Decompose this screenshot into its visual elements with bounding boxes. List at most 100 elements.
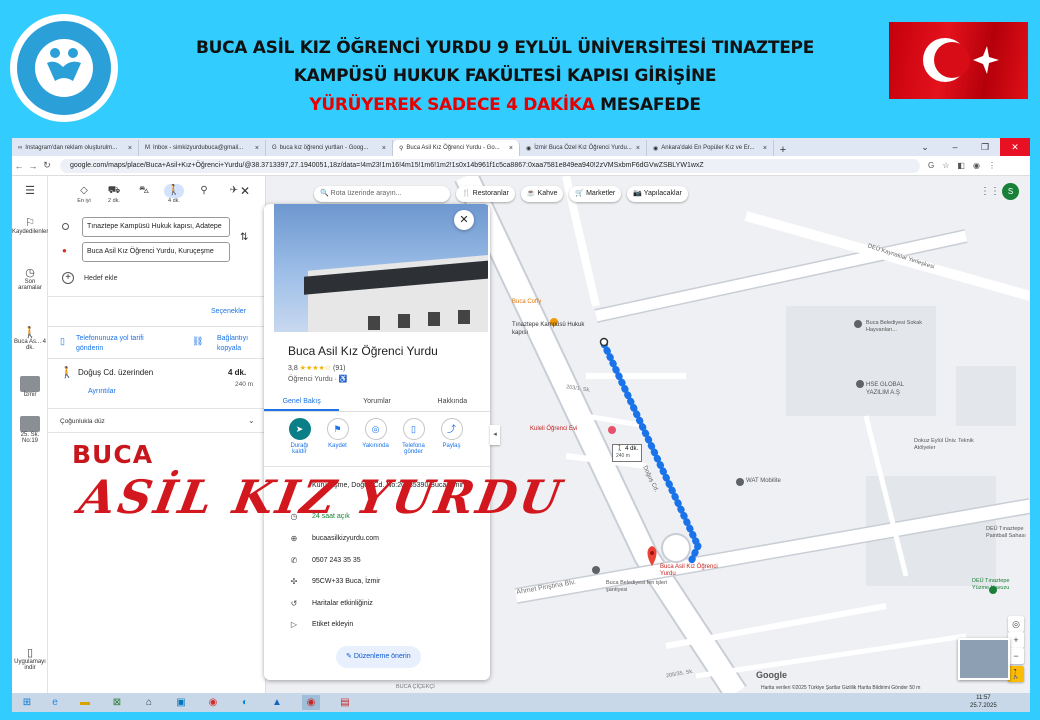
close-tab-icon[interactable]: × <box>128 145 132 152</box>
route-name[interactable]: Doğuş Cd. üzerinden <box>78 368 153 377</box>
recent-button[interactable]: ◷ Son aramalar <box>12 266 48 291</box>
coffee-label[interactable]: Buca Coffy <box>512 299 541 305</box>
route-search-input[interactable]: 🔍 Rota üzerinde arayın... <box>314 186 450 202</box>
browser-tab-active[interactable]: ⚲ Buca Asil Kız Öğrenci Yurdu - Go... × <box>393 140 520 156</box>
system-clock[interactable]: 11:57 25.7.2025 <box>970 694 997 710</box>
tab-about[interactable]: Hakkında <box>415 392 490 411</box>
powerpoint-icon[interactable]: ▤ <box>336 695 354 710</box>
place-rating[interactable]: 3,8 ★★★★☆ (91) <box>288 364 345 372</box>
current-route-button[interactable]: 🚶 Buca As... 4 dk. <box>12 326 48 351</box>
excel-icon[interactable]: ⊠ <box>108 695 126 710</box>
internet-explorer-icon[interactable]: e <box>46 695 64 710</box>
my-location-icon[interactable]: ◎ <box>1008 616 1024 632</box>
pegman-icon[interactable]: 🚶 <box>1008 666 1024 682</box>
hse-label[interactable]: HSE GLOBAL YAZILIM A.Ş <box>866 381 926 397</box>
extensions-icon[interactable]: ◧ <box>957 161 965 170</box>
file-explorer-icon[interactable]: ▬ <box>76 695 94 710</box>
close-tab-icon[interactable]: × <box>382 145 386 152</box>
close-directions-icon[interactable]: ✕ <box>240 184 250 198</box>
swap-icon[interactable]: ⇅ <box>240 232 248 243</box>
origin-input[interactable]: Tınaztepe Kampüsü Hukuk kapısı, Adatepe <box>82 217 230 237</box>
details-link[interactable]: Ayrıntılar <box>88 388 116 395</box>
url-input[interactable]: google.com/maps/place/Buca+Asil+Kız+Öğre… <box>60 158 920 173</box>
browser-tab[interactable]: M Inbox - simkizyurdubuca@gmail... × <box>139 140 266 156</box>
tab-overview[interactable]: Genel Bakış <box>264 392 340 411</box>
remove-stop-button[interactable]: ➤ Durağı kaldır <box>284 418 315 455</box>
media-icon[interactable]: ▣ <box>172 695 190 710</box>
fen-isleri-label[interactable]: Buca Belediyesi fen işleri şantiyesi <box>606 580 676 594</box>
chevron-down-icon[interactable]: ⌄ <box>248 416 255 425</box>
mode-transit[interactable]: ⛍ <box>134 184 154 204</box>
mode-bike[interactable]: ⚲ <box>194 184 214 204</box>
chip-things-to-do[interactable]: 📷 Yapılacaklar <box>627 186 688 202</box>
download-app-button[interactable]: ▯ Uygulamayı indir <box>12 646 48 671</box>
browser-tab[interactable]: Gbuca kız öğrenci yurtları - Goog... × <box>266 140 393 156</box>
paintball-label[interactable]: DEÜ Tınaztepe Paintball Sahası <box>986 526 1030 540</box>
browser-tab[interactable]: ◉ İzmir Buca Özel Kız Öğrenci Yurdu... × <box>520 140 647 156</box>
tab-search-icon[interactable]: ⌄ <box>910 138 940 156</box>
map-attribution[interactable]: Harita verileri ©2025 Türkiye Şartlar Gi… <box>761 685 920 691</box>
close-card-icon[interactable]: ✕ <box>454 210 474 230</box>
avatar[interactable]: S <box>1002 183 1019 200</box>
windows-start-icon[interactable]: ⊞ <box>18 695 36 710</box>
plus-code-row[interactable]: ✣ 95CW+33 Buca, İzmir <box>288 577 381 586</box>
pet-shelter-label[interactable]: Buca Belediyesi Sokak Hayvanları... <box>866 320 936 334</box>
origin-label[interactable]: Tınaztepe Kampüsü Hukuk kapısı <box>512 321 592 337</box>
app-icon[interactable]: ▲ <box>268 695 286 710</box>
chip-coffee[interactable]: ☕ Kahve <box>520 186 564 202</box>
label-row[interactable]: ▷ Etiket ekleyin <box>288 620 353 629</box>
zoom-in-button[interactable]: + <box>1008 632 1024 648</box>
forward-button[interactable]: → <box>26 161 40 171</box>
street-button[interactable]: 25. Sk. No:19 <box>12 416 48 444</box>
browser-tab[interactable]: ◉ Ankara'daki En Popüler Kız ve Er... × <box>647 140 774 156</box>
wat-label[interactable]: WAT Mobilite <box>746 478 781 484</box>
collapse-panel-icon[interactable]: ◂ <box>490 425 500 445</box>
website-row[interactable]: ⊕ bucaasilkizyurdu.com <box>288 534 379 543</box>
nearby-button[interactable]: ◎ Yakınında <box>360 418 391 455</box>
profile-icon[interactable]: ◉ <box>973 161 980 170</box>
chip-restaurants[interactable]: 🍴 Restoranlar <box>456 186 515 202</box>
activity-row[interactable]: ↺ Haritalar etkinliğiniz <box>288 599 373 608</box>
share-button[interactable]: ⤴ Paylaş <box>436 418 467 455</box>
mode-walk[interactable]: 🚶 4 dk. <box>164 184 184 204</box>
dokuz-eylul-label[interactable]: Dokuz Eylül Üniv. Teknik Atölyeler <box>914 438 974 452</box>
saved-button[interactable]: ⚐ Kaydedilenler <box>12 216 48 235</box>
layers-thumbnail[interactable] <box>958 638 1010 680</box>
pool-label[interactable]: DEÜ Tınaztepe Yüzme Havuzu <box>972 578 1028 592</box>
mode-best[interactable]: ◇ En iyi <box>74 184 94 204</box>
mode-car[interactable]: ⛟ 2 dk. <box>104 184 124 204</box>
menu-icon[interactable]: ⋮ <box>988 161 996 170</box>
send-to-phone-link[interactable]: Telefonunuza yol tarifi gönderin <box>76 334 166 354</box>
menu-button[interactable]: ☰ <box>12 184 48 197</box>
copy-link-button[interactable]: Bağlantıyı kopyala <box>217 334 267 354</box>
chip-markets[interactable]: 🛒 Marketler <box>569 186 622 202</box>
edge-icon[interactable]: ◐ <box>236 695 254 710</box>
close-tab-icon[interactable]: × <box>763 145 767 152</box>
close-tab-icon[interactable]: × <box>255 145 259 152</box>
walk-time-callout[interactable]: 🚶 4 dk. 240 m <box>612 444 643 462</box>
suggest-edit-button[interactable]: ✎ Düzenleme önerin <box>336 646 421 668</box>
place-type[interactable]: Öğrenci Yurdu · ♿ <box>288 375 348 383</box>
browser-tab[interactable]: ∞ Instagram'dan reklam oluşturulm... × <box>12 140 139 156</box>
minimize-button[interactable]: – <box>940 138 970 156</box>
close-window-button[interactable]: ✕ <box>1000 138 1030 156</box>
reload-button[interactable]: ↻ <box>40 160 54 171</box>
close-tab-icon[interactable]: × <box>636 145 640 152</box>
destination-label[interactable]: Buca Asil Kız Öğrenci Yurdu <box>660 564 720 578</box>
add-stop-button[interactable]: + Hedef ekle <box>62 272 117 284</box>
chrome-active-icon[interactable]: ◉ <box>302 695 320 710</box>
send-to-phone-button[interactable]: ▯ Telefona gönder <box>398 418 429 455</box>
close-tab-icon[interactable]: × <box>509 145 513 152</box>
tab-reviews[interactable]: Yorumlar <box>339 392 414 411</box>
new-tab-button[interactable]: + <box>774 144 792 156</box>
back-button[interactable]: ← <box>12 161 26 171</box>
google-lens-icon[interactable]: G <box>928 161 934 170</box>
phone-row[interactable]: ✆ 0507 243 35 35 <box>288 556 361 565</box>
maximize-button[interactable]: ❐ <box>970 138 1000 156</box>
izmir-button[interactable]: İzmir <box>12 376 48 398</box>
kuleli-label[interactable]: Kuleli Öğrenci Evi <box>530 426 577 432</box>
home-icon[interactable]: ⌂ <box>140 695 158 710</box>
destination-input[interactable]: Buca Asil Kız Öğrenci Yurdu, Kuruçeşme <box>82 242 230 262</box>
star-icon[interactable]: ☆ <box>942 161 949 170</box>
options-link[interactable]: Seçenekler <box>211 308 246 315</box>
